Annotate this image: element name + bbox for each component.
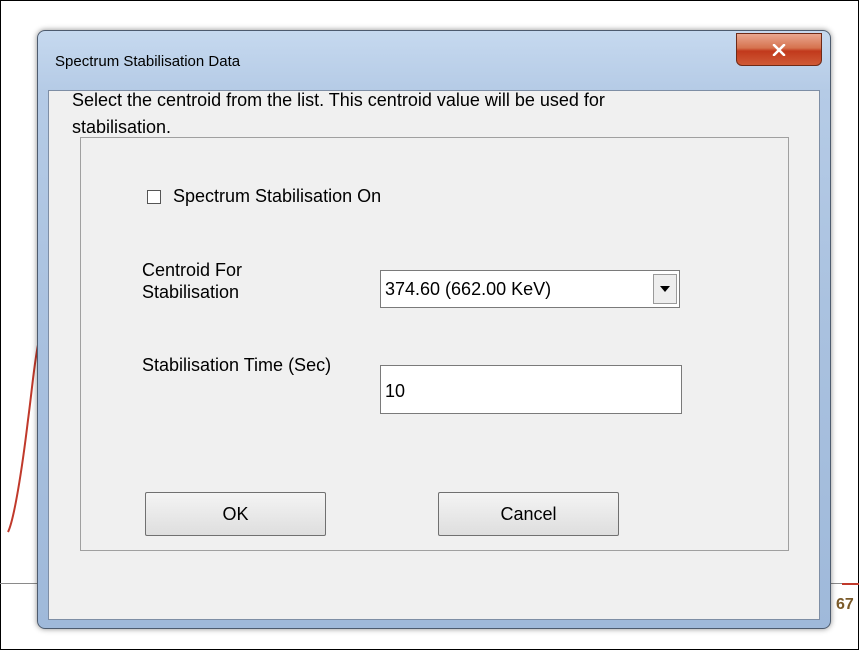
spectrum-curve <box>7 344 39 533</box>
dialog-title: Spectrum Stabilisation Data <box>55 53 241 70</box>
background-red-line <box>842 583 859 585</box>
stabilisation-checkbox-label[interactable]: Spectrum Stabilisation On <box>173 186 381 207</box>
background-partial-text: 67 <box>836 596 854 613</box>
centroid-label: Centroid For Stabilisation <box>142 260 243 302</box>
ok-button[interactable]: OK <box>145 492 326 536</box>
cancel-button[interactable]: Cancel <box>438 492 619 536</box>
stabilisation-time-input[interactable] <box>380 365 682 414</box>
close-button[interactable] <box>736 33 822 66</box>
stabilisation-time-label: Stabilisation Time (Sec) <box>142 355 332 375</box>
stabilisation-checkbox[interactable] <box>147 189 161 204</box>
chevron-down-icon <box>660 286 670 292</box>
centroid-dropdown[interactable]: 374.60 (662.00 KeV) <box>380 270 680 308</box>
dropdown-arrow-button[interactable] <box>653 274 677 304</box>
centroid-selected-value: 374.60 (662.00 KeV) <box>385 279 552 299</box>
close-x-icon <box>772 43 786 56</box>
stabilisation-checkbox-row[interactable]: Spectrum Stabilisation On <box>147 186 381 207</box>
instructions-text: Select the centroid from the list. This … <box>72 90 605 137</box>
